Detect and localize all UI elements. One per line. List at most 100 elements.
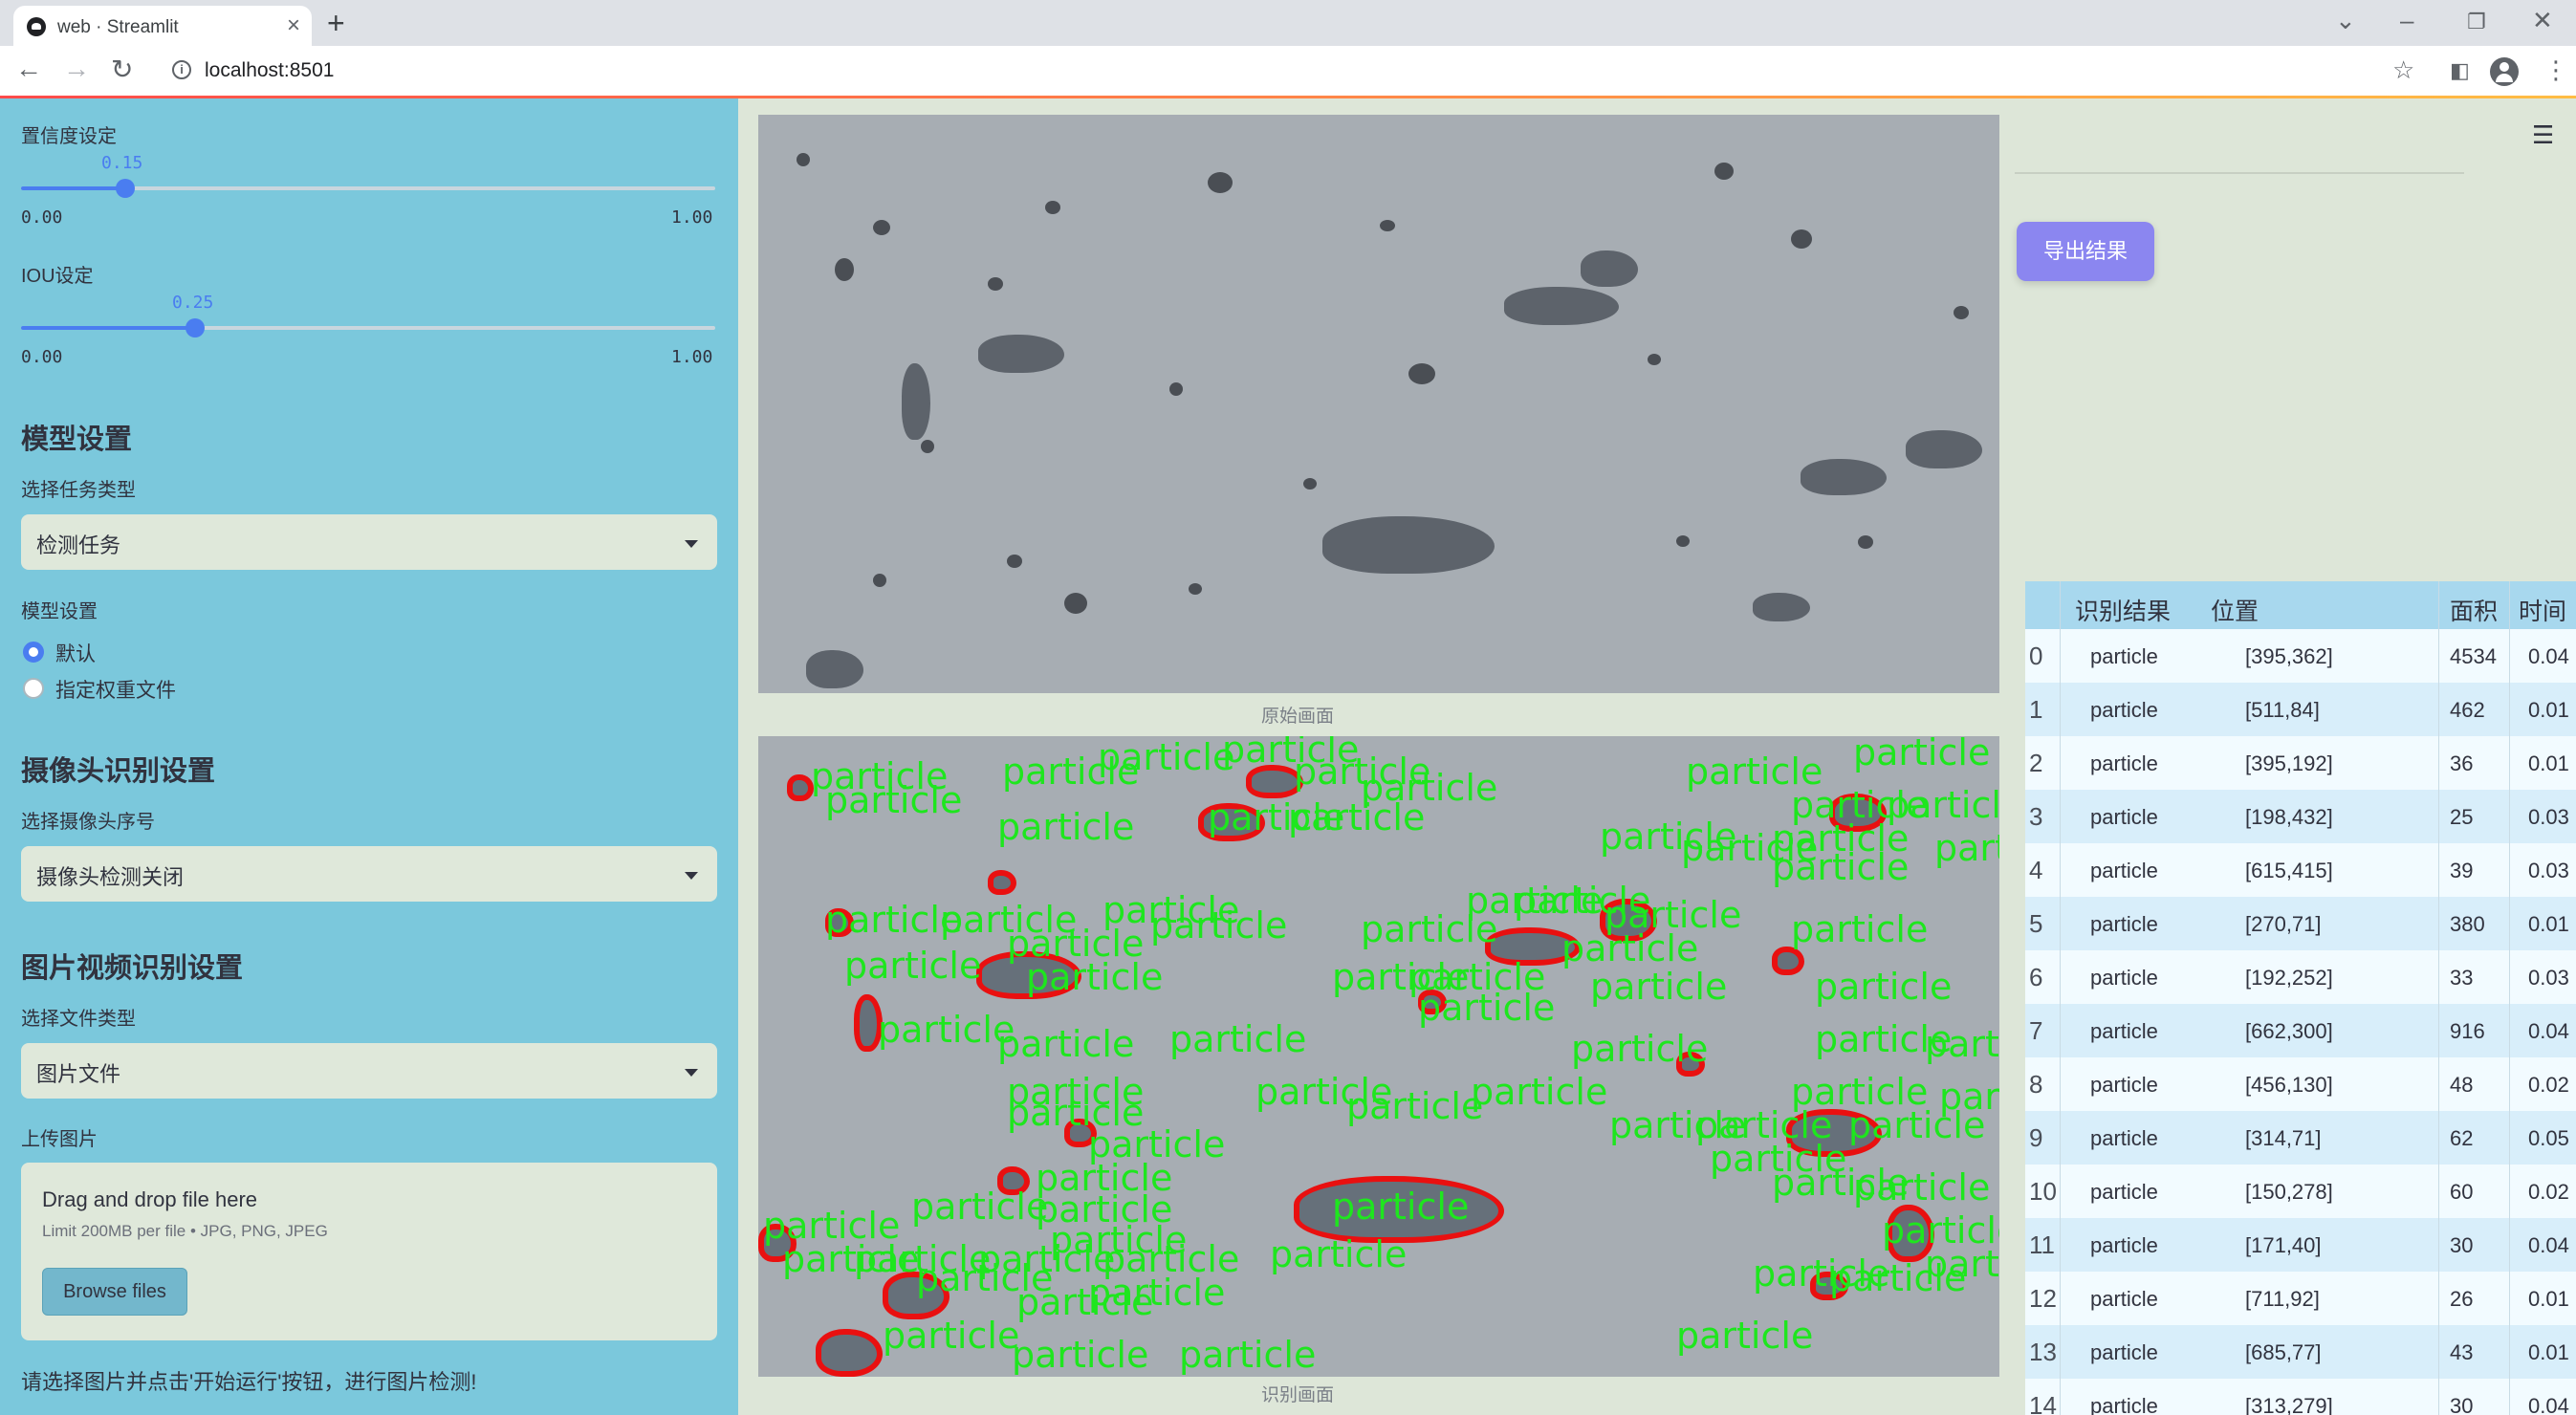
table-row[interactable]: 4 particle [615,415] 39 0.03 — [2025, 843, 2576, 897]
chevron-down-icon — [685, 1069, 698, 1077]
detection-label: particle — [1012, 1334, 1149, 1376]
row-index: 1 — [2029, 695, 2043, 724]
forward-arrow-icon[interactable]: → — [63, 54, 90, 84]
detection-label: particle — [1571, 1028, 1709, 1070]
cell-time: 0.04 — [2528, 644, 2569, 668]
cell-position: [192,252] — [2245, 966, 2333, 990]
task-label: 选择任务类型 — [21, 480, 136, 501]
new-tab-button[interactable]: + — [327, 6, 345, 41]
row-index: 2 — [2029, 749, 2043, 777]
media-header: 图片视频识别设置 — [21, 953, 244, 984]
row-index: 6 — [2029, 963, 2043, 991]
detection-label: particle — [844, 945, 982, 987]
table-row[interactable]: 8 particle [456,130] 48 0.02 — [2025, 1057, 2576, 1111]
camera-header: 摄像头识别设置 — [21, 756, 216, 787]
close-window-icon[interactable]: ✕ — [2532, 6, 2553, 35]
cell-position: [711,92] — [2245, 1287, 2320, 1311]
detection-label: particle — [1853, 736, 1991, 773]
dropzone-limit: Limit 200MB per file • JPG, PNG, JPEG — [42, 1222, 328, 1240]
cell-area: 4534 — [2450, 644, 2497, 668]
row-index: 5 — [2029, 909, 2043, 938]
chevron-down-icon — [685, 540, 698, 548]
cell-time: 0.04 — [2528, 1233, 2569, 1257]
url-field[interactable]: i localhost:8501 — [155, 52, 2402, 90]
conf-slider[interactable] — [21, 179, 715, 198]
cell-area: 916 — [2450, 1019, 2485, 1043]
radio-default[interactable] — [23, 642, 44, 663]
cell-area: 26 — [2450, 1287, 2474, 1311]
cell-result: particle — [2090, 912, 2158, 936]
table-row[interactable]: 14 particle [313,279] 30 0.04 — [2025, 1379, 2576, 1415]
detection-label: particle — [1418, 987, 1556, 1029]
col-header-time[interactable]: 时间 — [2519, 593, 2566, 627]
table-row[interactable]: 2 particle [395,192] 36 0.01 — [2025, 736, 2576, 790]
cell-position: [314,71] — [2245, 1126, 2322, 1150]
camera-select[interactable]: 摄像头检测关闭 — [21, 846, 717, 902]
col-header-position[interactable]: 位置 — [2211, 593, 2259, 627]
reload-icon[interactable]: ↻ — [111, 54, 133, 85]
detection-label: particle — [1179, 1334, 1317, 1376]
table-row[interactable]: 3 particle [198,432] 25 0.03 — [2025, 790, 2576, 843]
camera-label: 选择摄像头序号 — [21, 812, 155, 833]
conf-min: 0.00 — [21, 207, 63, 228]
cell-time: 0.01 — [2528, 698, 2569, 722]
detection-label: particle — [911, 1186, 1049, 1228]
cell-time: 0.01 — [2528, 912, 2569, 936]
filetype-select[interactable]: 图片文件 — [21, 1043, 717, 1099]
cell-result: particle — [2090, 1019, 2158, 1043]
model-label: 模型设置 — [21, 601, 98, 622]
hamburger-icon[interactable]: ☰ — [2532, 120, 2554, 150]
close-icon[interactable]: × — [287, 12, 300, 39]
cell-area: 60 — [2450, 1180, 2474, 1204]
browse-files-button[interactable]: Browse files — [42, 1268, 187, 1316]
profile-icon[interactable] — [2490, 57, 2519, 86]
table-row[interactable]: 7 particle [662,300] 916 0.04 — [2025, 1004, 2576, 1057]
browser-tab[interactable]: web · Streamlit × — [13, 6, 312, 46]
table-row[interactable]: 11 particle [171,40] 30 0.04 — [2025, 1218, 2576, 1272]
table-row[interactable]: 13 particle [685,77] 43 0.01 — [2025, 1325, 2576, 1379]
task-select-value: 检测任务 — [36, 533, 121, 557]
table-row[interactable]: 12 particle [711,92] 26 0.01 — [2025, 1272, 2576, 1325]
conf-max: 1.00 — [671, 207, 713, 228]
star-icon[interactable]: ☆ — [2392, 55, 2414, 85]
back-arrow-icon[interactable]: ← — [15, 54, 42, 84]
col-header-result[interactable]: 识别结果 — [2075, 593, 2171, 627]
cell-area: 36 — [2450, 751, 2474, 775]
sidepanel-icon[interactable]: ◧ — [2450, 58, 2470, 83]
minimize-icon[interactable]: – — [2400, 6, 2413, 35]
menu-dots-icon[interactable]: ⋮ — [2543, 55, 2568, 85]
export-results-button[interactable]: 导出结果 — [2017, 222, 2154, 281]
radio-weights-file[interactable] — [23, 678, 44, 699]
col-divider — [2060, 581, 2061, 1415]
table-row[interactable]: 6 particle [192,252] 33 0.03 — [2025, 950, 2576, 1004]
cell-position: [150,278] — [2245, 1180, 2333, 1204]
task-select[interactable]: 检测任务 — [21, 514, 717, 570]
file-dropzone[interactable]: Drag and drop file here Limit 200MB per … — [21, 1163, 717, 1340]
info-icon[interactable]: i — [172, 60, 191, 79]
table-row[interactable]: 0 particle [395,362] 4534 0.04 — [2025, 629, 2576, 683]
detection-label: particle — [1590, 966, 1728, 1008]
radio-weights-label: 指定权重文件 — [55, 680, 176, 702]
detection-label: particle — [1098, 736, 1235, 778]
row-index: 11 — [2029, 1230, 2055, 1259]
detection-label: particle — [997, 806, 1135, 848]
iou-slider-thumb[interactable] — [185, 318, 205, 337]
restore-icon[interactable]: ❐ — [2467, 10, 2486, 34]
cell-time: 0.04 — [2528, 1394, 2569, 1415]
address-bar: ← → ↻ i localhost:8501 ☆ ◧ ⋮ — [0, 46, 2576, 96]
camera-select-value: 摄像头检测关闭 — [36, 865, 185, 889]
table-row[interactable]: 5 particle [270,71] 380 0.01 — [2025, 897, 2576, 950]
detection-label: particle — [1676, 1315, 1814, 1357]
table-row[interactable]: 9 particle [314,71] 62 0.05 — [2025, 1111, 2576, 1165]
row-index: 8 — [2029, 1070, 2043, 1099]
chevron-down-icon[interactable]: ⌄ — [2335, 6, 2356, 35]
conf-slider-thumb[interactable] — [115, 179, 135, 198]
detection-label: particle — [1346, 1085, 1484, 1127]
cell-area: 30 — [2450, 1394, 2474, 1415]
iou-slider-fill — [21, 326, 195, 330]
iou-slider[interactable] — [21, 318, 715, 337]
col-header-area[interactable]: 面积 — [2450, 593, 2498, 627]
table-row[interactable]: 1 particle [511,84] 462 0.01 — [2025, 683, 2576, 736]
filetype-select-value: 图片文件 — [36, 1062, 121, 1086]
table-row[interactable]: 10 particle [150,278] 60 0.02 — [2025, 1165, 2576, 1218]
